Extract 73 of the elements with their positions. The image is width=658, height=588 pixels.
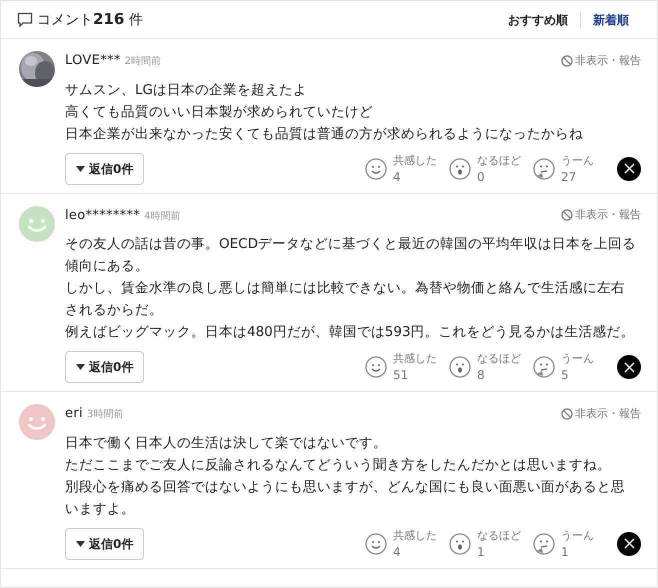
replies-button[interactable]: 返信0件 (65, 351, 144, 383)
reaction-button[interactable]: うーん 1 (533, 528, 605, 560)
reaction-button[interactable]: なるほど 8 (449, 351, 521, 383)
x-logo-icon (624, 362, 634, 372)
x-logo-icon (624, 538, 634, 549)
comment-icon (17, 12, 33, 28)
post-time: 4時間前 (144, 210, 181, 224)
prohibited-icon (561, 209, 573, 222)
comment-text: 日本で働く日本人の生活は決して楽ではないです。 (65, 434, 388, 452)
post-time: 3時間前 (86, 408, 124, 422)
surprised-face-icon (449, 532, 471, 554)
sort-tab[interactable]: おすすめ順 (496, 10, 580, 28)
comment-text: ただここまでご友人に反論されるなんてどういう聞き方をしたんだかとは思いますね。 (65, 456, 612, 474)
reaction-label: 共感した (393, 528, 437, 544)
thinking-face-icon (533, 532, 555, 554)
reaction-count: 8 (477, 367, 485, 383)
reaction-count: 1 (477, 544, 485, 560)
reaction-button[interactable]: うーん 27 (533, 152, 605, 184)
reaction-label: 共感した (393, 351, 437, 367)
x-logo-icon (624, 163, 634, 174)
reaction-label: うーん (561, 152, 594, 168)
x-share-button[interactable] (617, 156, 641, 180)
reaction-button[interactable]: 共感した 4 (365, 152, 437, 184)
reaction-count: 0 (477, 168, 485, 184)
comment-text: 日本企業が出来なかった安くても品質は普通の方が求められるようになったからね (65, 124, 584, 144)
reaction-label: なるほど (477, 351, 521, 367)
reaction-count: 27 (561, 168, 576, 184)
x-share-button[interactable] (617, 355, 641, 379)
reaction-label: 共感した (393, 152, 437, 168)
reaction-button[interactable]: 共感した 4 (365, 528, 437, 560)
replies-button[interactable]: 返信0件 (65, 528, 144, 560)
thinking-face-icon (533, 158, 555, 180)
comment-count: コメント 216 件 (37, 9, 143, 30)
reaction-label: なるほど (477, 152, 521, 168)
username[interactable]: LOVE*** (65, 51, 121, 70)
comment-text: 別段心を痛める回答ではないようにも思いますが、どんな国にも良い面悪い面があると思いますよ。 (65, 478, 626, 518)
reaction-count: 5 (561, 367, 569, 383)
prohibited-icon (561, 54, 573, 67)
caret-icon (76, 364, 85, 370)
hide-report-link[interactable]: 非表示・報告 (561, 207, 641, 224)
smile-icon (365, 532, 387, 554)
smile-icon (365, 356, 387, 378)
comment-text: しかし、賃金水準の良し悪しは簡単には比較できない。為替や物価と絡んで生活感に左右されるからだ。 (65, 279, 626, 320)
reaction-button[interactable]: なるほど 1 (449, 528, 521, 560)
replies-button[interactable]: 返信0件 (65, 152, 144, 184)
reaction-label: うーん (561, 528, 594, 544)
smile-icon (365, 158, 387, 180)
comment-text: サムスン、LGは日本の企業を超えたよ (65, 80, 308, 100)
reaction-button[interactable]: なるほど 0 (449, 152, 521, 184)
reaction-count: 51 (393, 367, 408, 383)
reaction-button[interactable]: 共感した 51 (365, 351, 437, 383)
reaction-button[interactable]: うーん 5 (533, 351, 605, 383)
username[interactable]: leo******** (65, 206, 140, 225)
username[interactable]: eri (65, 404, 83, 424)
thinking-face-icon (533, 356, 555, 378)
reaction-count: 4 (393, 168, 401, 184)
hide-report-link[interactable]: 非表示・報告 (561, 52, 641, 69)
surprised-face-icon (449, 356, 471, 378)
post-time: 2時間前 (124, 54, 162, 69)
caret-icon (76, 166, 85, 172)
hide-report-link[interactable]: 非表示・報告 (561, 406, 641, 422)
sort-tab[interactable]: 新着順 (581, 10, 641, 28)
surprised-face-icon (449, 158, 471, 180)
reaction-label: なるほど (477, 528, 521, 544)
reaction-count: 1 (561, 544, 569, 560)
comment-text: 高くても品質のいい日本製が求められていたけど (65, 102, 374, 122)
comment-text: その友人の話は昔の事。OECDデータなどに基づくと最近の韓国の平均年収は日本を上回る傾向にある。 (65, 235, 637, 276)
comment-text: 例えばビッグマック。日本は480円だが、韓国では593円。これをどう見るかは生活感だ。 (65, 323, 636, 342)
reaction-count: 4 (393, 544, 401, 560)
prohibited-icon (561, 408, 573, 420)
reaction-label: うーん (561, 351, 594, 367)
caret-icon (76, 540, 85, 546)
x-share-button[interactable] (617, 532, 641, 556)
